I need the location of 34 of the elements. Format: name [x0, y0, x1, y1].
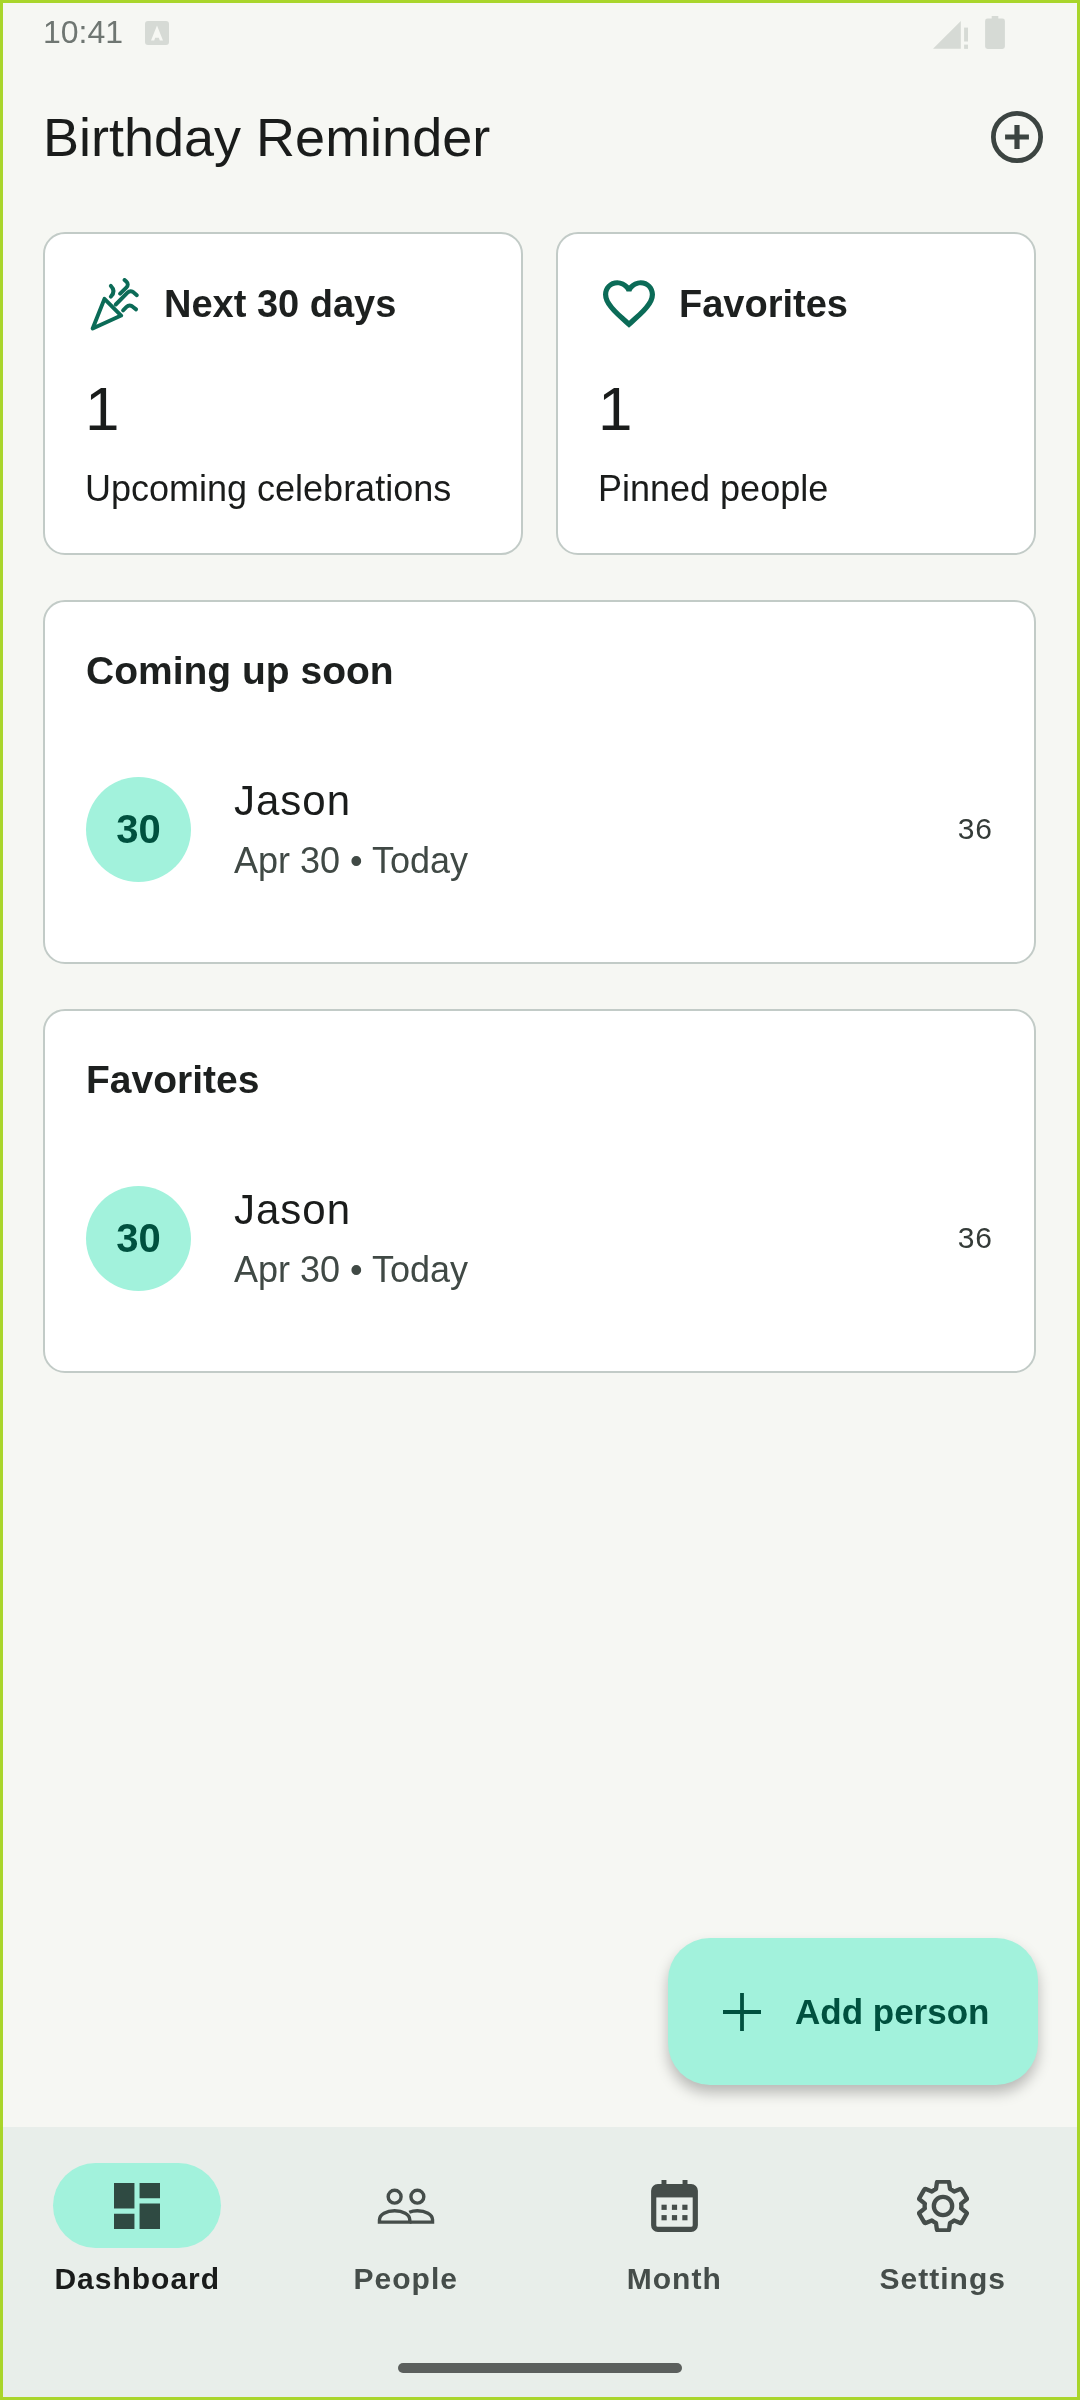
dashboard-icon — [114, 2182, 161, 2229]
summary-count: 1 — [598, 374, 634, 444]
birthday-date: Apr 30 • Today — [234, 839, 470, 883]
add-person-button[interactable]: Add person — [668, 1938, 1038, 2085]
summary-count: 1 — [85, 374, 121, 444]
status-time: 10:41 — [43, 14, 124, 51]
section-title: Favorites — [86, 1057, 261, 1103]
person-name: Jason — [234, 776, 353, 826]
person-age: 36 — [957, 1221, 993, 1255]
calendar-icon — [650, 2179, 698, 2232]
battery-icon — [985, 16, 1005, 49]
person-age: 36 — [957, 812, 993, 846]
summary-caption: Upcoming celebrations — [85, 467, 453, 511]
card-title: Next 30 days — [164, 282, 397, 326]
nav-tab[interactable]: Dashboard — [3, 2163, 272, 2299]
heart-icon — [603, 280, 655, 328]
birthday-date: Apr 30 • Today — [234, 1248, 470, 1292]
add-circle-icon — [991, 111, 1043, 163]
date-avatar: 30 — [86, 776, 191, 882]
nav-tab[interactable]: Month — [540, 2163, 809, 2299]
card-title: Favorites — [679, 282, 848, 326]
summary-caption: Pinned people — [598, 467, 830, 511]
date-avatar: 30 — [86, 1185, 191, 1291]
add-button[interactable] — [991, 111, 1043, 163]
nav-tab[interactable]: Settings — [808, 2163, 1077, 2299]
plus-icon — [723, 1992, 761, 2031]
person-name: Jason — [234, 1185, 353, 1235]
section-title: Coming up soon — [86, 648, 395, 694]
notification-icon — [145, 20, 170, 45]
settings-icon — [916, 2179, 969, 2232]
people-icon — [376, 2187, 435, 2224]
party-popper-icon — [90, 277, 140, 331]
nav-tab[interactable]: People — [271, 2163, 540, 2299]
app-title: Birthday Reminder — [43, 106, 491, 169]
